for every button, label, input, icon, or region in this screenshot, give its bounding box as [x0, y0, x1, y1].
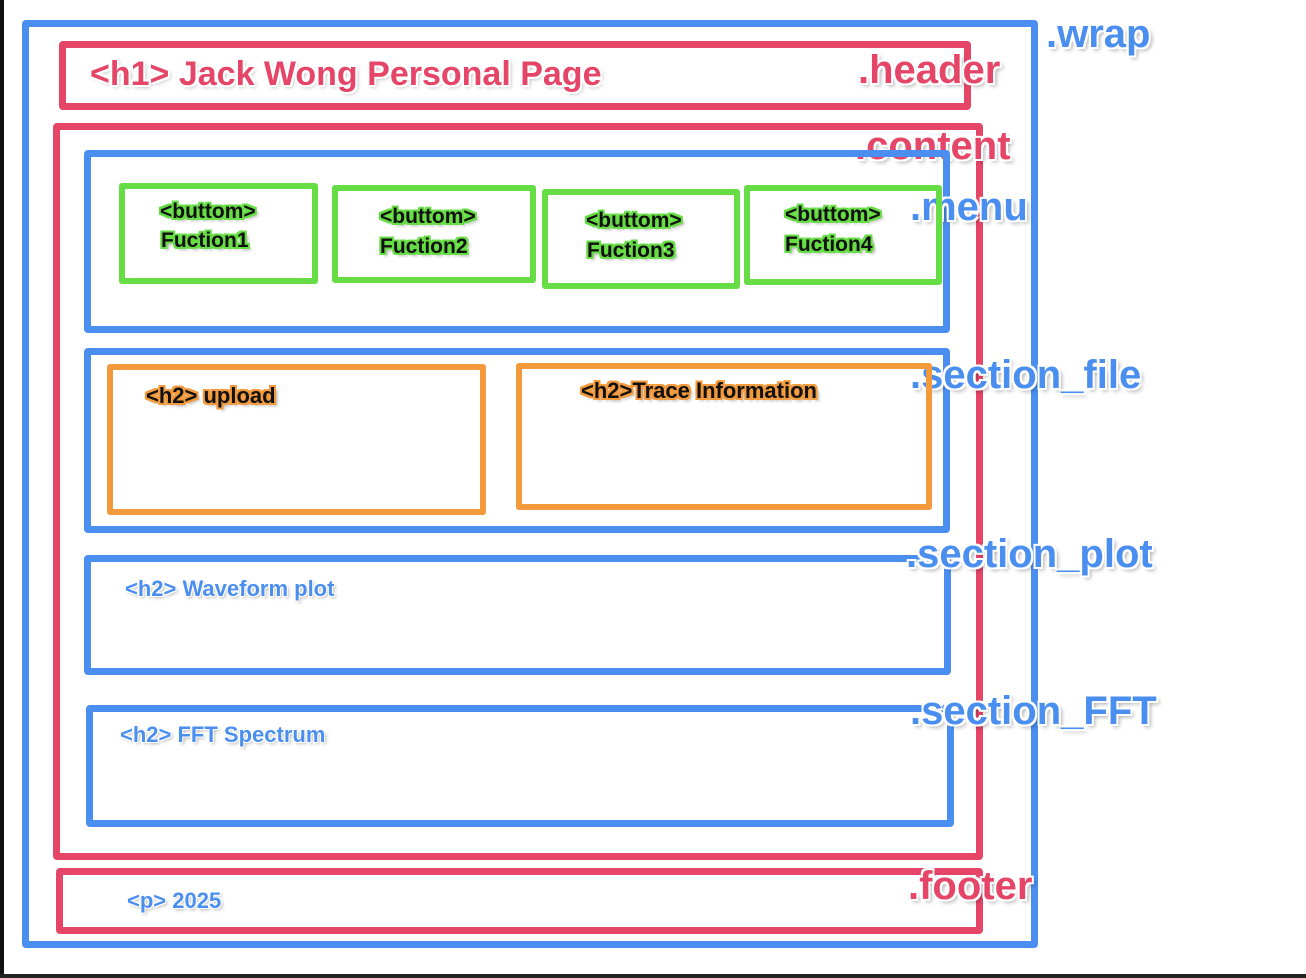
- menu-button-2[interactable]: [332, 185, 536, 283]
- section-plot-label: .section_plot: [906, 532, 1153, 576]
- menu-button-1-label: Fuction1: [161, 229, 249, 252]
- header-h1-label: <h1> Jack Wong Personal Page: [90, 55, 602, 93]
- footer-label: .footer: [908, 864, 1033, 908]
- section-plot-box: [84, 555, 951, 675]
- waveform-plot-h2-label: <h2> Waveform plot: [125, 576, 335, 601]
- menu-button-3-tag: <buttom>: [586, 209, 682, 232]
- window-bottom-edge: [0, 974, 1306, 978]
- menu-button-2-label: Fuction2: [380, 235, 468, 258]
- menu-button-4-label: Fuction4: [785, 233, 873, 256]
- section-file-label: .section_file: [910, 353, 1142, 397]
- menu-button-4-tag: <buttom>: [785, 203, 881, 226]
- window-left-edge: [0, 0, 4, 978]
- fft-spectrum-h2-label: <h2> FFT Spectrum: [120, 722, 326, 747]
- upload-h2-label: <h2> upload: [146, 383, 276, 408]
- wrap-label: .wrap: [1046, 12, 1151, 56]
- menu-button-2-tag: <buttom>: [380, 205, 476, 228]
- menu-button-1-tag: <buttom>: [160, 200, 256, 223]
- section-fft-label: .section_FFT: [910, 689, 1157, 733]
- trace-info-h2-label: <h2>Trace Information: [581, 378, 817, 403]
- menu-button-3-label: Fuction3: [587, 239, 675, 262]
- footer-p-label: <p> 2025: [127, 888, 222, 913]
- header-label: .header: [858, 48, 1001, 92]
